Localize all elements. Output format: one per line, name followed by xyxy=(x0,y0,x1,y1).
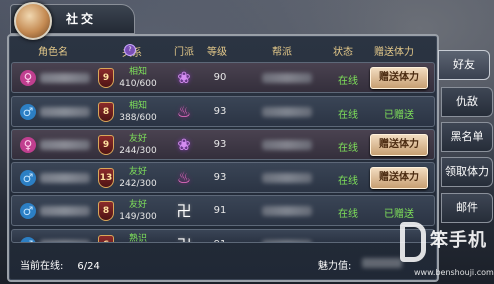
online-status: 在线 xyxy=(332,239,364,242)
table-row[interactable]: ♂ 13 友好 242/300 ♨ 93 在线 赠送体力 xyxy=(11,162,435,193)
header-level: 等级 xyxy=(207,47,227,58)
table-row[interactable]: ♀ 9 相知 410/600 ❀ 90 在线 赠送体力 xyxy=(11,62,435,93)
guild-name-blurred xyxy=(262,140,312,150)
relation-cell: 友好 244/300 xyxy=(118,133,158,157)
female-icon: ♀ xyxy=(20,137,36,153)
intimacy-badge: 13 xyxy=(98,168,114,188)
male-icon: ♂ xyxy=(20,104,36,120)
window-title: 社交 xyxy=(66,12,97,26)
tab-claim-stamina[interactable]: 领取体力 xyxy=(441,157,493,187)
online-count: 当前在线: 6/24 xyxy=(20,257,100,272)
male-icon: ♂ xyxy=(20,237,36,242)
table-row[interactable]: ♂ 6 熟识 卍 91 在线 xyxy=(11,229,435,243)
header-status: 状态 xyxy=(333,47,353,58)
female-icon: ♀ xyxy=(20,70,36,86)
relation-name: 相知 xyxy=(128,67,147,77)
flame-icon: ♨ xyxy=(176,102,192,121)
gift-stamina-button[interactable]: 赠送体力 xyxy=(370,67,428,89)
gift-stamina-button[interactable]: 赠送体力 xyxy=(370,134,428,156)
swastika-icon: 卍 xyxy=(174,235,194,242)
player-level: 91 xyxy=(208,239,232,242)
intimacy-badge: 9 xyxy=(98,135,114,155)
guild-name-blurred xyxy=(262,206,312,216)
lotus-icon: ❀ xyxy=(177,135,191,154)
online-value: 6/24 xyxy=(77,261,100,272)
relation-name: 熟识 xyxy=(128,234,147,243)
table-row[interactable]: ♀ 9 友好 244/300 ❀ 93 在线 赠送体力 xyxy=(11,129,435,160)
relation-value: 410/600 xyxy=(119,79,157,89)
intimacy-badge: 9 xyxy=(98,68,114,88)
player-level: 91 xyxy=(213,205,227,216)
player-name-blurred xyxy=(40,206,90,216)
gifted-label: 已赠送 xyxy=(384,110,414,121)
relation-name: 相知 xyxy=(128,101,147,111)
header-sect: 门派 xyxy=(174,47,194,58)
social-emblem-icon xyxy=(14,2,52,40)
male-icon: ♂ xyxy=(20,170,36,186)
male-icon: ♂ xyxy=(20,203,36,219)
relation-info-icon[interactable]: ? xyxy=(124,44,136,56)
header-guild: 帮派 xyxy=(272,47,292,58)
flame-icon: ♨ xyxy=(176,168,192,187)
relation-value: 242/300 xyxy=(119,179,157,189)
swastika-icon: 卍 xyxy=(176,202,192,220)
tab-friends[interactable]: 好友 xyxy=(438,50,490,80)
online-status: 在线 xyxy=(338,76,358,87)
watermark-logo: 笨手机 www.benshouji.com xyxy=(400,222,494,284)
gift-stamina-button[interactable]: 赠送体力 xyxy=(370,167,428,189)
table-header: 角色名 关系? 门派 等级 帮派 状态 赠送体力 xyxy=(10,42,430,59)
tab-blacklist[interactable]: 黑名单 xyxy=(441,122,493,152)
intimacy-badge: 8 xyxy=(98,102,114,122)
watermark-brand: 笨手机 xyxy=(430,230,487,251)
relation-cell: 熟识 xyxy=(118,233,158,243)
table-row[interactable]: ♂ 8 友好 149/300 卍 91 在线 已赠送 xyxy=(11,195,435,226)
lotus-icon: ❀ xyxy=(177,68,191,87)
relation-name: 友好 xyxy=(128,134,147,144)
guild-name-blurred xyxy=(262,173,312,183)
relation-name: 友好 xyxy=(128,167,147,177)
tab-enemies[interactable]: 仇敌 xyxy=(441,87,493,117)
player-name-blurred xyxy=(40,140,90,150)
intimacy-badge: 6 xyxy=(98,235,114,242)
player-name-blurred xyxy=(40,240,90,242)
intimacy-badge: 8 xyxy=(98,201,114,221)
header-name: 角色名 xyxy=(38,47,68,58)
table-row[interactable]: ♂ 8 相知 388/600 ♨ 93 在线 已赠送 xyxy=(11,96,435,127)
header-gift: 赠送体力 xyxy=(374,47,414,58)
relation-cell: 友好 149/300 xyxy=(118,199,158,223)
online-label: 当前在线: xyxy=(20,261,64,272)
relation-value: 244/300 xyxy=(119,146,157,156)
charm-value-blurred xyxy=(362,258,402,268)
gifted-label: 已赠送 xyxy=(384,209,414,220)
guild-name-blurred xyxy=(262,240,312,242)
player-level: 93 xyxy=(213,139,227,150)
online-status: 在线 xyxy=(338,143,358,154)
online-status: 在线 xyxy=(338,176,358,187)
watermark-b-icon xyxy=(400,222,426,262)
online-status: 在线 xyxy=(338,209,358,220)
watermark-url: www.benshouji.com xyxy=(414,268,494,277)
relation-cell: 友好 242/300 xyxy=(118,166,158,190)
player-level: 93 xyxy=(213,172,227,183)
guild-name-blurred xyxy=(262,107,312,117)
player-name-blurred xyxy=(40,173,90,183)
guild-name-blurred xyxy=(262,73,312,83)
player-level: 90 xyxy=(213,72,227,83)
relation-cell: 相知 388/600 xyxy=(118,100,158,124)
player-name-blurred xyxy=(40,73,90,83)
charm-label: 魅力值: xyxy=(318,261,352,272)
player-name-blurred xyxy=(40,107,90,117)
tab-mail[interactable]: 邮件 xyxy=(441,193,493,223)
online-status: 在线 xyxy=(338,110,358,121)
relation-name: 友好 xyxy=(128,200,147,210)
relation-value: 388/600 xyxy=(119,113,157,123)
relation-cell: 相知 410/600 xyxy=(118,66,158,90)
player-level: 93 xyxy=(213,106,227,117)
relation-value: 149/300 xyxy=(119,212,157,222)
